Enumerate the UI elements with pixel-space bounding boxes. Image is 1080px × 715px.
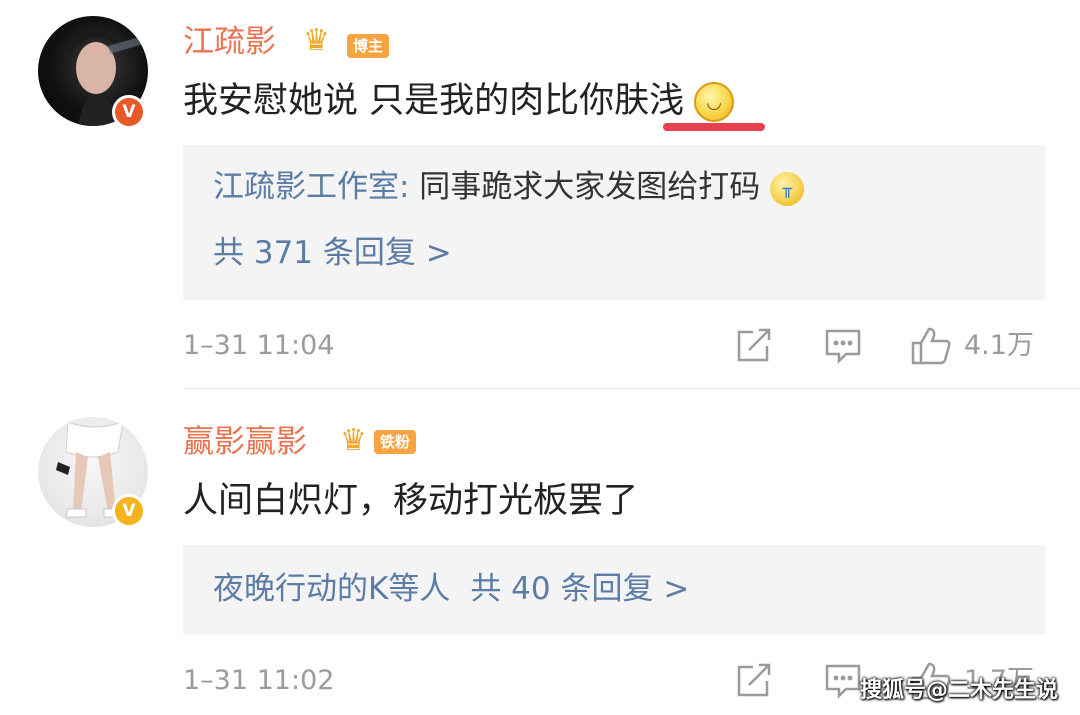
- share-icon[interactable]: [735, 663, 773, 699]
- comment-time: 1–31 11:04: [183, 330, 335, 361]
- more-replies-link[interactable]: 共 371 条回复 >: [213, 233, 452, 273]
- comment-icon[interactable]: [824, 663, 862, 699]
- username[interactable]: 赢影赢影: [183, 422, 307, 462]
- reply-preview[interactable]: 江疏影工作室: 同事跪求大家发图给打码 ╥ 共 371 条回复 >: [183, 145, 1045, 300]
- comment-text-main: 我安慰她说 只是我的肉比你: [183, 81, 615, 121]
- verified-v-icon: V: [112, 494, 146, 528]
- reply-line: 江疏影工作室: 同事跪求大家发图给打码 ╥: [213, 167, 805, 207]
- crown-icon: ♛: [303, 23, 330, 58]
- comment-icon[interactable]: [824, 328, 862, 364]
- reply-preview[interactable]: 夜晚行动的K等人共 40 条回复 >: [183, 545, 1045, 635]
- crying-emoji-icon: ╥: [770, 171, 805, 206]
- like-count: 4.1万: [964, 330, 1034, 361]
- verified-v-icon: V: [112, 95, 146, 129]
- comment-text: 我安慰她说 只是我的肉比你肤浅 ◡: [183, 78, 735, 124]
- share-icon[interactable]: [735, 328, 773, 364]
- comment-text: 人间白炽灯，移动打光板罢了: [183, 481, 639, 521]
- smile-emoji-icon: ◡: [694, 82, 735, 122]
- red-underline-mark: [663, 123, 765, 131]
- crown-icon: ♛: [340, 423, 367, 458]
- reply-author[interactable]: 江疏影工作室:: [213, 169, 409, 205]
- more-replies-link[interactable]: 共 40 条回复 >: [470, 571, 689, 607]
- thumbs-up-icon[interactable]: [910, 326, 952, 366]
- comment-text-marked: 肤浅: [614, 81, 685, 121]
- source-watermark: 搜狐号@二木先生说: [860, 678, 1059, 703]
- username[interactable]: 江疏影: [183, 22, 276, 62]
- reply-line: 夜晚行动的K等人共 40 条回复 >: [213, 569, 689, 609]
- reply-text: 同事跪求大家发图给打码: [409, 169, 761, 205]
- comment-time: 1–31 11:02: [183, 665, 335, 696]
- fan-badge[interactable]: 铁粉: [374, 430, 417, 454]
- divider: [183, 388, 1080, 389]
- reply-authors[interactable]: 夜晚行动的K等人: [213, 571, 450, 607]
- blogger-badge[interactable]: 博主: [347, 34, 390, 58]
